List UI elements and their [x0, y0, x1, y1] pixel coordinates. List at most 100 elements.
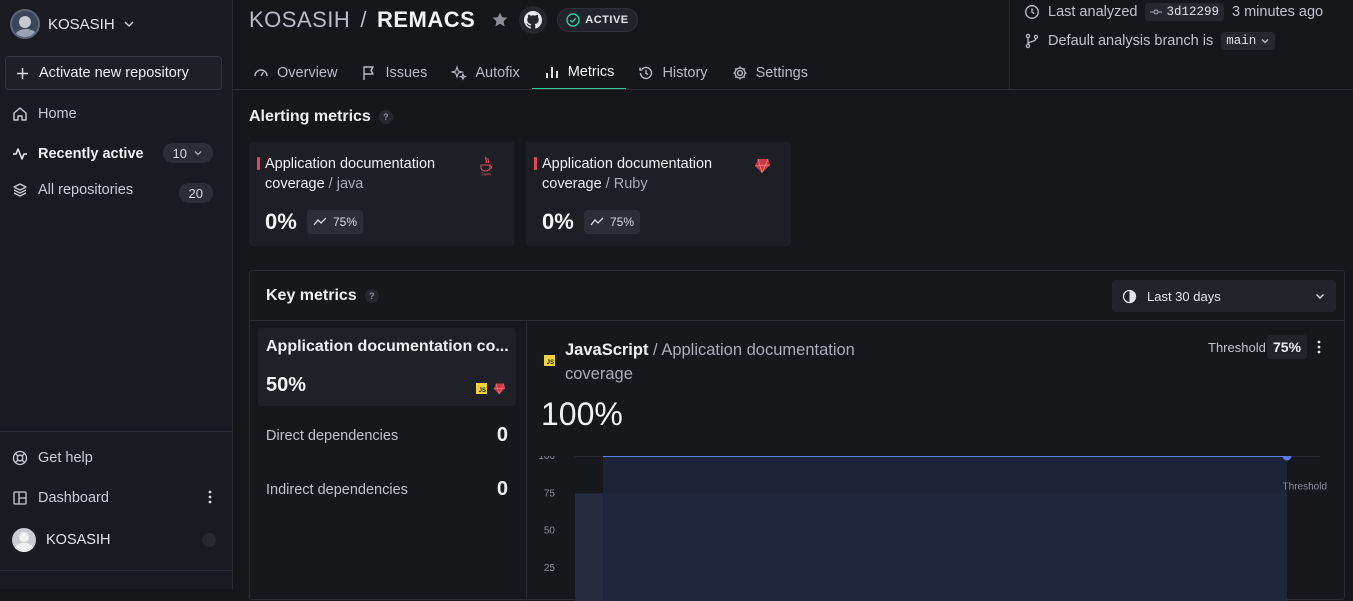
direct-dependencies-row[interactable]: Direct dependencies 0	[266, 424, 508, 447]
commit-hash: 3d12299	[1166, 5, 1219, 19]
alert-metric-name: Application documentation coverage / Rub…	[542, 154, 742, 194]
threshold-value: 75%	[333, 215, 358, 229]
sparkle-icon	[451, 65, 468, 81]
bar-chart-icon	[544, 64, 560, 80]
help-icon[interactable]: ?	[378, 110, 393, 124]
date-range-value: Last 30 days	[1147, 288, 1221, 304]
avatar	[12, 528, 36, 552]
sidebar-item-home[interactable]: Home	[12, 102, 77, 126]
branch-select[interactable]: main	[1221, 32, 1276, 50]
check-circle-icon	[566, 13, 580, 27]
dep-label: Direct dependencies	[266, 427, 399, 444]
count-value: 10	[172, 145, 187, 161]
threshold-chip: 75%	[584, 210, 641, 234]
star-icon[interactable]	[491, 11, 509, 29]
tab-metrics[interactable]: Metrics	[531, 56, 627, 90]
alert-indicator	[257, 157, 260, 170]
clock-icon	[1024, 4, 1040, 20]
dep-value: 0	[496, 478, 508, 500]
threshold-value[interactable]: 75%	[1267, 335, 1308, 359]
threshold-line-label: Threshold	[1283, 481, 1327, 492]
sidebar-item-label: Home	[38, 106, 77, 122]
tab-history[interactable]: History	[626, 56, 719, 90]
threshold-value: 75%	[610, 215, 635, 229]
language-name: JavaScript	[565, 341, 649, 359]
lifebuoy-icon	[12, 450, 28, 466]
alert-card-java[interactable]: Application documentation coverage / jav…	[249, 142, 514, 246]
threshold-chip: 75%	[307, 210, 364, 234]
sidebar-item-recently-active[interactable]: Recently active	[12, 142, 144, 166]
commit-icon	[1150, 7, 1163, 17]
user-menu[interactable]: KOSASIH	[12, 528, 110, 552]
tab-label: Overview	[277, 65, 338, 81]
tab-overview[interactable]: Overview	[253, 56, 349, 90]
workspace-name: KOSASIH	[48, 15, 115, 33]
sidebar-divider	[0, 431, 233, 432]
owner-name[interactable]: KOSASIH	[249, 7, 350, 33]
name-separator: /	[324, 176, 337, 192]
name-separator: /	[601, 176, 614, 192]
date-range-select[interactable]: Last 30 days	[1112, 280, 1336, 312]
more-vertical-icon[interactable]	[1312, 339, 1326, 355]
sidebar-item-label: Recently active	[38, 146, 144, 162]
user-name: KOSASIH	[46, 532, 111, 548]
tab-issues[interactable]: Issues	[349, 56, 439, 90]
workspace-switcher[interactable]: KOSASIH	[10, 9, 135, 39]
metric-value: 50%	[266, 374, 307, 396]
repo-name[interactable]: REMACS	[377, 7, 475, 33]
sidebar-item-dashboard[interactable]: Dashboard	[12, 486, 109, 510]
alerting-metrics-title: Alerting metrics ?	[249, 108, 393, 126]
trend-icon	[313, 217, 327, 227]
layers-icon	[12, 182, 28, 198]
analysis-info: Last analyzed 3d12299 3 minutes ago Defa…	[1009, 0, 1353, 89]
metric-detail-title: JavaScript / Application documentation c…	[565, 338, 905, 386]
branch-icon	[1024, 33, 1040, 49]
tab-settings[interactable]: Settings	[720, 56, 820, 90]
flag-icon	[361, 65, 377, 81]
javascript-icon: JS	[544, 355, 555, 366]
chevron-down-icon	[1314, 290, 1326, 302]
divider	[526, 321, 527, 601]
recently-active-count[interactable]: 10	[162, 143, 213, 163]
indirect-dependencies-row[interactable]: Indirect dependencies 0	[266, 478, 508, 501]
metric-value: 0%	[265, 209, 297, 234]
sidebar-item-label: Dashboard	[38, 490, 109, 506]
alert-indicator	[534, 157, 537, 170]
key-metrics-title: Key metrics ?	[266, 287, 379, 305]
branch-row: Default analysis branch is main	[1024, 32, 1276, 50]
activity-icon	[12, 146, 28, 162]
sidebar-item-label: All repositories	[38, 182, 134, 198]
help-icon[interactable]: ?	[364, 289, 379, 303]
workspace-avatar	[10, 9, 40, 39]
sidebar-item-all-repositories[interactable]: All repositories	[12, 178, 133, 202]
github-icon[interactable]	[519, 6, 548, 34]
last-analyzed-label: Last analyzed	[1048, 4, 1138, 20]
status-indicator	[202, 533, 216, 547]
commit-chip[interactable]: 3d12299	[1145, 3, 1224, 21]
metric-name: Application documentation co...	[266, 338, 509, 355]
ruby-icon	[493, 382, 506, 395]
tab-label: Autofix	[475, 65, 520, 81]
breadcrumb-separator: /	[360, 7, 367, 32]
branch-name: main	[1226, 34, 1257, 48]
tab-label: Metrics	[567, 64, 615, 80]
tab-label: Settings	[755, 65, 808, 81]
chevron-down-icon	[123, 18, 135, 30]
chevron-down-icon	[193, 148, 203, 158]
tab-autofix[interactable]: Autofix	[439, 56, 531, 90]
metric-list-item-selected[interactable]: Application documentation co... 50% JS	[258, 328, 516, 406]
status-badge: ACTIVE	[557, 8, 638, 32]
sidebar-item-label: Get help	[38, 450, 93, 466]
dep-label: Indirect dependencies	[266, 481, 408, 498]
metric-chart: 100 75 50 25 Threshold	[538, 456, 1327, 601]
language-name: Ruby	[613, 176, 648, 192]
divider	[250, 320, 1344, 321]
more-vertical-icon[interactable]	[203, 489, 217, 505]
tab-label: History	[662, 65, 708, 81]
section-title-text: Alerting metrics	[249, 108, 371, 125]
alert-card-ruby[interactable]: Application documentation coverage / Rub…	[526, 142, 791, 246]
activate-repository-button[interactable]: Activate new repository	[5, 56, 222, 90]
sidebar-item-get-help[interactable]: Get help	[12, 446, 93, 470]
y-tick-label: 100	[538, 456, 555, 462]
last-analyzed-row: Last analyzed 3d12299 3 minutes ago	[1024, 3, 1323, 21]
